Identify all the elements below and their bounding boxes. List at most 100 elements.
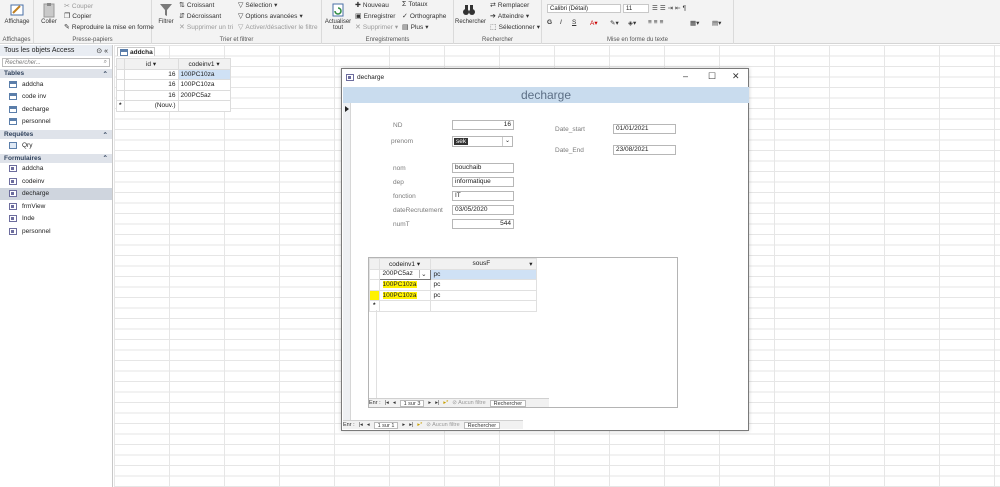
sort-asc-button[interactable]: ⇅ Croissant	[179, 1, 214, 10]
row-selector[interactable]	[369, 289, 380, 301]
cell-codeinv1[interactable]: 100PC10za	[378, 279, 431, 291]
fill-color-button[interactable]: ◈▾	[628, 19, 636, 27]
column-header-id[interactable]: id ▾	[123, 58, 179, 70]
chevron-down-icon[interactable]: ⌄	[502, 137, 512, 146]
new-record-nav-icon[interactable]: ▸*	[443, 400, 448, 406]
new-record-cell[interactable]	[177, 100, 231, 112]
nav-dropdown-icon[interactable]: ⊙	[96, 48, 102, 55]
alt-fill-button[interactable]: ▤▾	[712, 19, 721, 27]
row-selector[interactable]	[116, 79, 125, 91]
font-color-button[interactable]: A▾	[590, 19, 598, 27]
view-button[interactable]: Affichage	[3, 2, 31, 25]
row-selector[interactable]	[116, 68, 125, 80]
next-record-icon[interactable]: ▸	[402, 422, 405, 428]
nav-table-item[interactable]: code inv	[0, 91, 112, 104]
selection-button[interactable]: ▽ Sélection ▾	[238, 1, 277, 10]
new-record-button[interactable]: ✚ Nouveau	[355, 1, 389, 10]
prev-record-icon[interactable]: ◂	[393, 400, 396, 406]
replace-button[interactable]: ⇄ Remplacer	[490, 1, 529, 10]
format-painter-button[interactable]: ✎ Reproduire la mise en forme	[64, 23, 154, 32]
column-header-codeinv1[interactable]: codeinv1 ▾	[177, 58, 231, 70]
maximize-icon[interactable]: ☐	[708, 71, 716, 82]
nav-form-item-selected[interactable]: decharge	[0, 187, 112, 200]
cell-codeinv1[interactable]: 200PC5az	[177, 89, 231, 101]
nav-section-forms[interactable]: Formulaires ⌃	[0, 153, 112, 163]
field-daterecrutement[interactable]: 03/05/2020	[452, 205, 514, 215]
nav-section-tables[interactable]: Tables ⌃	[0, 69, 112, 78]
highlight-button[interactable]: ✎▾	[610, 19, 619, 27]
nav-pane-header[interactable]: Tous les objets Access ⊙ «	[0, 45, 112, 56]
field-date-start[interactable]: 01/01/2021	[613, 124, 676, 134]
first-record-icon[interactable]: |◂	[385, 400, 389, 406]
new-record-cell[interactable]: (Nouv.)	[123, 100, 179, 112]
new-record-nav-icon[interactable]: ▸*	[417, 422, 422, 428]
combo-prenom[interactable]: sek ⌄	[452, 136, 513, 147]
row-selector[interactable]	[369, 279, 380, 291]
field-fonction[interactable]: IT	[452, 191, 514, 201]
nav-table-item[interactable]: decharge	[0, 103, 112, 116]
nav-table-item[interactable]: personnel	[0, 116, 112, 129]
document-tab-addcha[interactable]: addcha	[117, 47, 155, 56]
field-nom[interactable]: bouchaib	[452, 163, 514, 173]
close-icon[interactable]: ✕	[732, 71, 740, 82]
more-button[interactable]: ▤ Plus ▾	[402, 23, 429, 32]
nav-form-item[interactable]: codeinv	[0, 175, 112, 188]
nav-form-item[interactable]: personnel	[0, 225, 112, 238]
dropdown-arrow-icon[interactable]: ▾	[417, 261, 420, 268]
cut-button[interactable]: ✂ Couper	[64, 2, 93, 11]
field-date-end[interactable]: 23/08/2021	[613, 145, 676, 155]
dropdown-arrow-icon[interactable]: ▾	[153, 61, 156, 68]
bold-button[interactable]: G	[547, 19, 552, 26]
cell-codeinv1[interactable]: 100PC10za	[177, 79, 231, 91]
nav-form-item[interactable]: addcha	[0, 163, 112, 176]
cell-sousf[interactable]: pc	[429, 279, 537, 291]
filter-status[interactable]: ⊘ Aucun filtre	[426, 422, 459, 428]
gridlines-button[interactable]: ▦▾	[690, 19, 699, 27]
select-button[interactable]: ⬚ Sélectionner ▾	[490, 23, 540, 32]
spelling-button[interactable]: ✓ Orthographe	[402, 12, 446, 21]
cell-id[interactable]: 16	[123, 89, 179, 101]
nav-form-item[interactable]: frmView	[0, 200, 112, 213]
list-buttons[interactable]: ☰ ☰ ⇥ ⇤ ¶	[652, 4, 686, 13]
column-header-codeinv1[interactable]: codeinv1 ▾	[378, 258, 431, 270]
chevron-down-icon[interactable]: ⌄	[419, 270, 427, 279]
record-position-input[interactable]: 1 sur 1	[373, 421, 399, 429]
sort-desc-button[interactable]: ⇵ Décroissant	[179, 12, 221, 21]
new-record-cell[interactable]	[378, 300, 431, 312]
filter-status[interactable]: ⊘ Aucun filtre	[452, 400, 485, 406]
column-header-sousf[interactable]: sousF ▾	[429, 258, 537, 270]
paste-button[interactable]: Coller	[35, 2, 63, 25]
cell-codeinv1[interactable]: 100PC10za	[378, 289, 431, 301]
italic-button[interactable]: I	[560, 19, 562, 26]
toggle-filter-button[interactable]: ▽ Activer/désactiver le filtre	[238, 23, 318, 32]
nav-section-queries[interactable]: Requêtes ⌃	[0, 130, 112, 139]
record-selector[interactable]	[343, 103, 351, 423]
nav-query-item[interactable]: Qry	[0, 139, 112, 152]
align-buttons[interactable]: ≡ ≡ ≡	[648, 19, 663, 26]
row-selector[interactable]	[116, 89, 125, 101]
goto-button[interactable]: ➔ Atteindre ▾	[490, 12, 529, 21]
field-numt[interactable]: 544	[452, 219, 514, 229]
totals-button[interactable]: Σ Totaux	[402, 1, 427, 8]
font-size-select[interactable]: 11	[623, 4, 649, 13]
refresh-all-button[interactable]: Actualiser tout	[324, 2, 352, 31]
new-record-icon[interactable]: *	[369, 300, 380, 312]
first-record-icon[interactable]: |◂	[359, 422, 363, 428]
dropdown-arrow-icon[interactable]: ▾	[216, 61, 219, 68]
font-name-select[interactable]: Calibri (Détail)	[547, 4, 621, 13]
combo-cell-codeinv1[interactable]: 200PC5az ⌄	[378, 268, 431, 280]
last-record-icon[interactable]: ▸|	[435, 400, 439, 406]
nav-search-input[interactable]: Rechercher... ⌕	[2, 58, 110, 67]
cell-sousf[interactable]: pc	[429, 268, 537, 280]
cell-id[interactable]: 16	[123, 68, 179, 80]
field-nd[interactable]: 16	[452, 120, 514, 130]
row-selector[interactable]	[369, 268, 380, 280]
next-record-icon[interactable]: ▸	[428, 400, 431, 406]
collapse-pane-icon[interactable]: «	[104, 48, 108, 55]
find-button[interactable]: Rechercher	[455, 2, 486, 25]
save-record-button[interactable]: ▣ Enregistrer	[355, 12, 395, 21]
nav-form-item[interactable]: Inde	[0, 213, 112, 226]
minimize-icon[interactable]: –	[683, 71, 688, 81]
record-position-input[interactable]: 1 sur 3	[399, 399, 425, 407]
advanced-options-button[interactable]: ▽ Options avancées ▾	[238, 12, 303, 21]
